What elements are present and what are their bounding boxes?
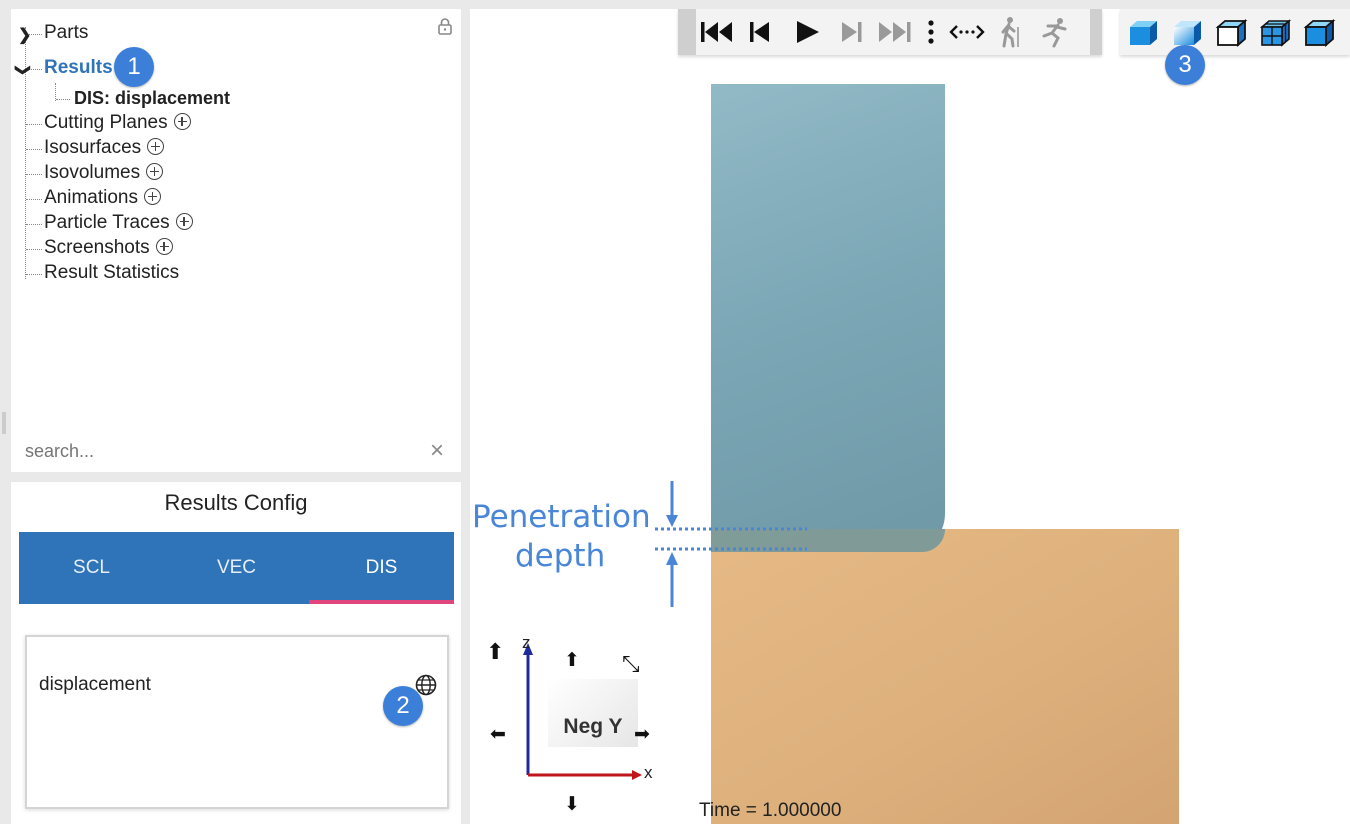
lock-icon[interactable] (438, 17, 452, 35)
search-input[interactable] (23, 437, 417, 465)
field-name: displacement (39, 674, 151, 695)
callout-badge-2: 2 (383, 686, 423, 726)
step-forward-icon[interactable] (832, 15, 870, 49)
penetration-depth-marker (655, 481, 807, 607)
add-icon[interactable] (147, 138, 165, 155)
tree-item-cutting-planes[interactable]: Cutting Planes (44, 112, 191, 134)
tree-item-dis-displacement[interactable]: DIS: displacement (74, 88, 230, 109)
walk-speed-icon[interactable] (992, 15, 1030, 49)
skip-last-icon[interactable] (876, 15, 914, 49)
tree-item-label: Isovolumes (44, 162, 141, 183)
results-config-panel: Results Config SCL VEC DIS displacement … (11, 482, 461, 824)
tree-item-label: Screenshots (44, 237, 150, 258)
tree-item-label: Particle Traces (44, 212, 170, 233)
clear-icon[interactable]: × (430, 437, 444, 465)
shaded-with-edges-icon[interactable] (1300, 15, 1338, 49)
tree-item-screenshots[interactable]: Screenshots (44, 237, 173, 259)
smooth-shaded-icon[interactable] (1168, 15, 1206, 49)
3d-viewport[interactable]: Penetration depth Neg Y z x ⬆ ⬆ ⤡ ⬅ ➡ ⬇ … (470, 9, 1350, 824)
config-tab-bar: SCL VEC DIS (19, 532, 454, 604)
tree-item-animations[interactable]: Animations (44, 187, 161, 209)
tree-item-label: Cutting Planes (44, 112, 168, 133)
chevron-down-icon[interactable]: ❯ (14, 64, 32, 77)
step-back-icon[interactable] (742, 15, 780, 49)
time-label: Time = 1.000000 (699, 800, 842, 821)
add-icon[interactable] (144, 188, 161, 205)
rotate-diagonal-icon[interactable]: ⤡ (622, 651, 640, 677)
add-icon[interactable] (175, 213, 193, 230)
panel-title: Results Config (164, 490, 308, 515)
rotate-down-icon[interactable]: ⬇ (564, 793, 580, 816)
oscillate-icon[interactable] (948, 15, 986, 49)
tab-vec[interactable]: VEC (164, 532, 309, 604)
model-tree-panel: ❯ ❯ Parts Results DIS: displacement Cutt… (11, 9, 461, 472)
axis-x-label: x (644, 763, 653, 782)
tab-dis[interactable]: DIS (309, 532, 454, 604)
solid-shaded-icon[interactable] (1124, 15, 1162, 49)
tree-item-label: DIS: displacement (74, 88, 231, 108)
tab-scl[interactable]: SCL (19, 532, 164, 604)
outline-icon[interactable] (1212, 15, 1250, 49)
field-card[interactable]: displacement 2 (25, 635, 449, 809)
add-icon[interactable] (155, 238, 173, 255)
active-tab-indicator (309, 600, 454, 604)
more-options-icon[interactable] (918, 15, 944, 49)
add-icon[interactable] (173, 113, 191, 130)
tree-item-results[interactable]: Results (44, 57, 113, 79)
tree-item-label: Result Statistics (44, 262, 180, 283)
callout-badge-3: 3 (1165, 45, 1205, 85)
run-speed-icon[interactable] (1036, 15, 1074, 49)
tree-item-label: Results (44, 57, 113, 78)
rotate-up-icon[interactable]: ⬆ (564, 649, 580, 672)
tree-item-isovolumes[interactable]: Isovolumes (44, 162, 164, 184)
rotate-right-icon[interactable]: ➡ (634, 723, 650, 746)
panel-resize-handle[interactable] (2, 412, 6, 434)
rotate-left-icon[interactable]: ⬅ (490, 723, 506, 746)
tree-item-label: Isosurfaces (44, 137, 142, 158)
chevron-right-icon[interactable]: ❯ (18, 25, 31, 45)
tree-item-parts[interactable]: Parts (44, 22, 88, 44)
tree-item-result-statistics[interactable]: Result Statistics (44, 262, 179, 284)
display-mode-toolbar (1120, 9, 1350, 55)
tree-item-isosurfaces[interactable]: Isosurfaces (44, 137, 165, 159)
mesh-icon[interactable] (1256, 15, 1294, 49)
view-orientation-widget: Neg Y z x ⬆ ⬆ ⤡ ⬅ ➡ ⬇ (486, 629, 670, 819)
skip-first-icon[interactable] (698, 15, 736, 49)
rotate-up-left-icon[interactable]: ⬆ (486, 639, 504, 665)
annotation-depth: depth (515, 538, 606, 574)
tree-item-label: Animations (44, 187, 138, 208)
annotation-penetration: Penetration (472, 499, 651, 535)
add-icon[interactable] (146, 163, 164, 180)
callout-badge-1: 1 (114, 47, 154, 87)
tree-item-label: Parts (44, 22, 89, 43)
animation-toolbar (678, 9, 1102, 55)
axis-z-label: z (522, 633, 531, 652)
tree-item-particle-traces[interactable]: Particle Traces (44, 212, 193, 234)
play-icon[interactable] (788, 15, 826, 49)
search-box: × (11, 429, 461, 472)
